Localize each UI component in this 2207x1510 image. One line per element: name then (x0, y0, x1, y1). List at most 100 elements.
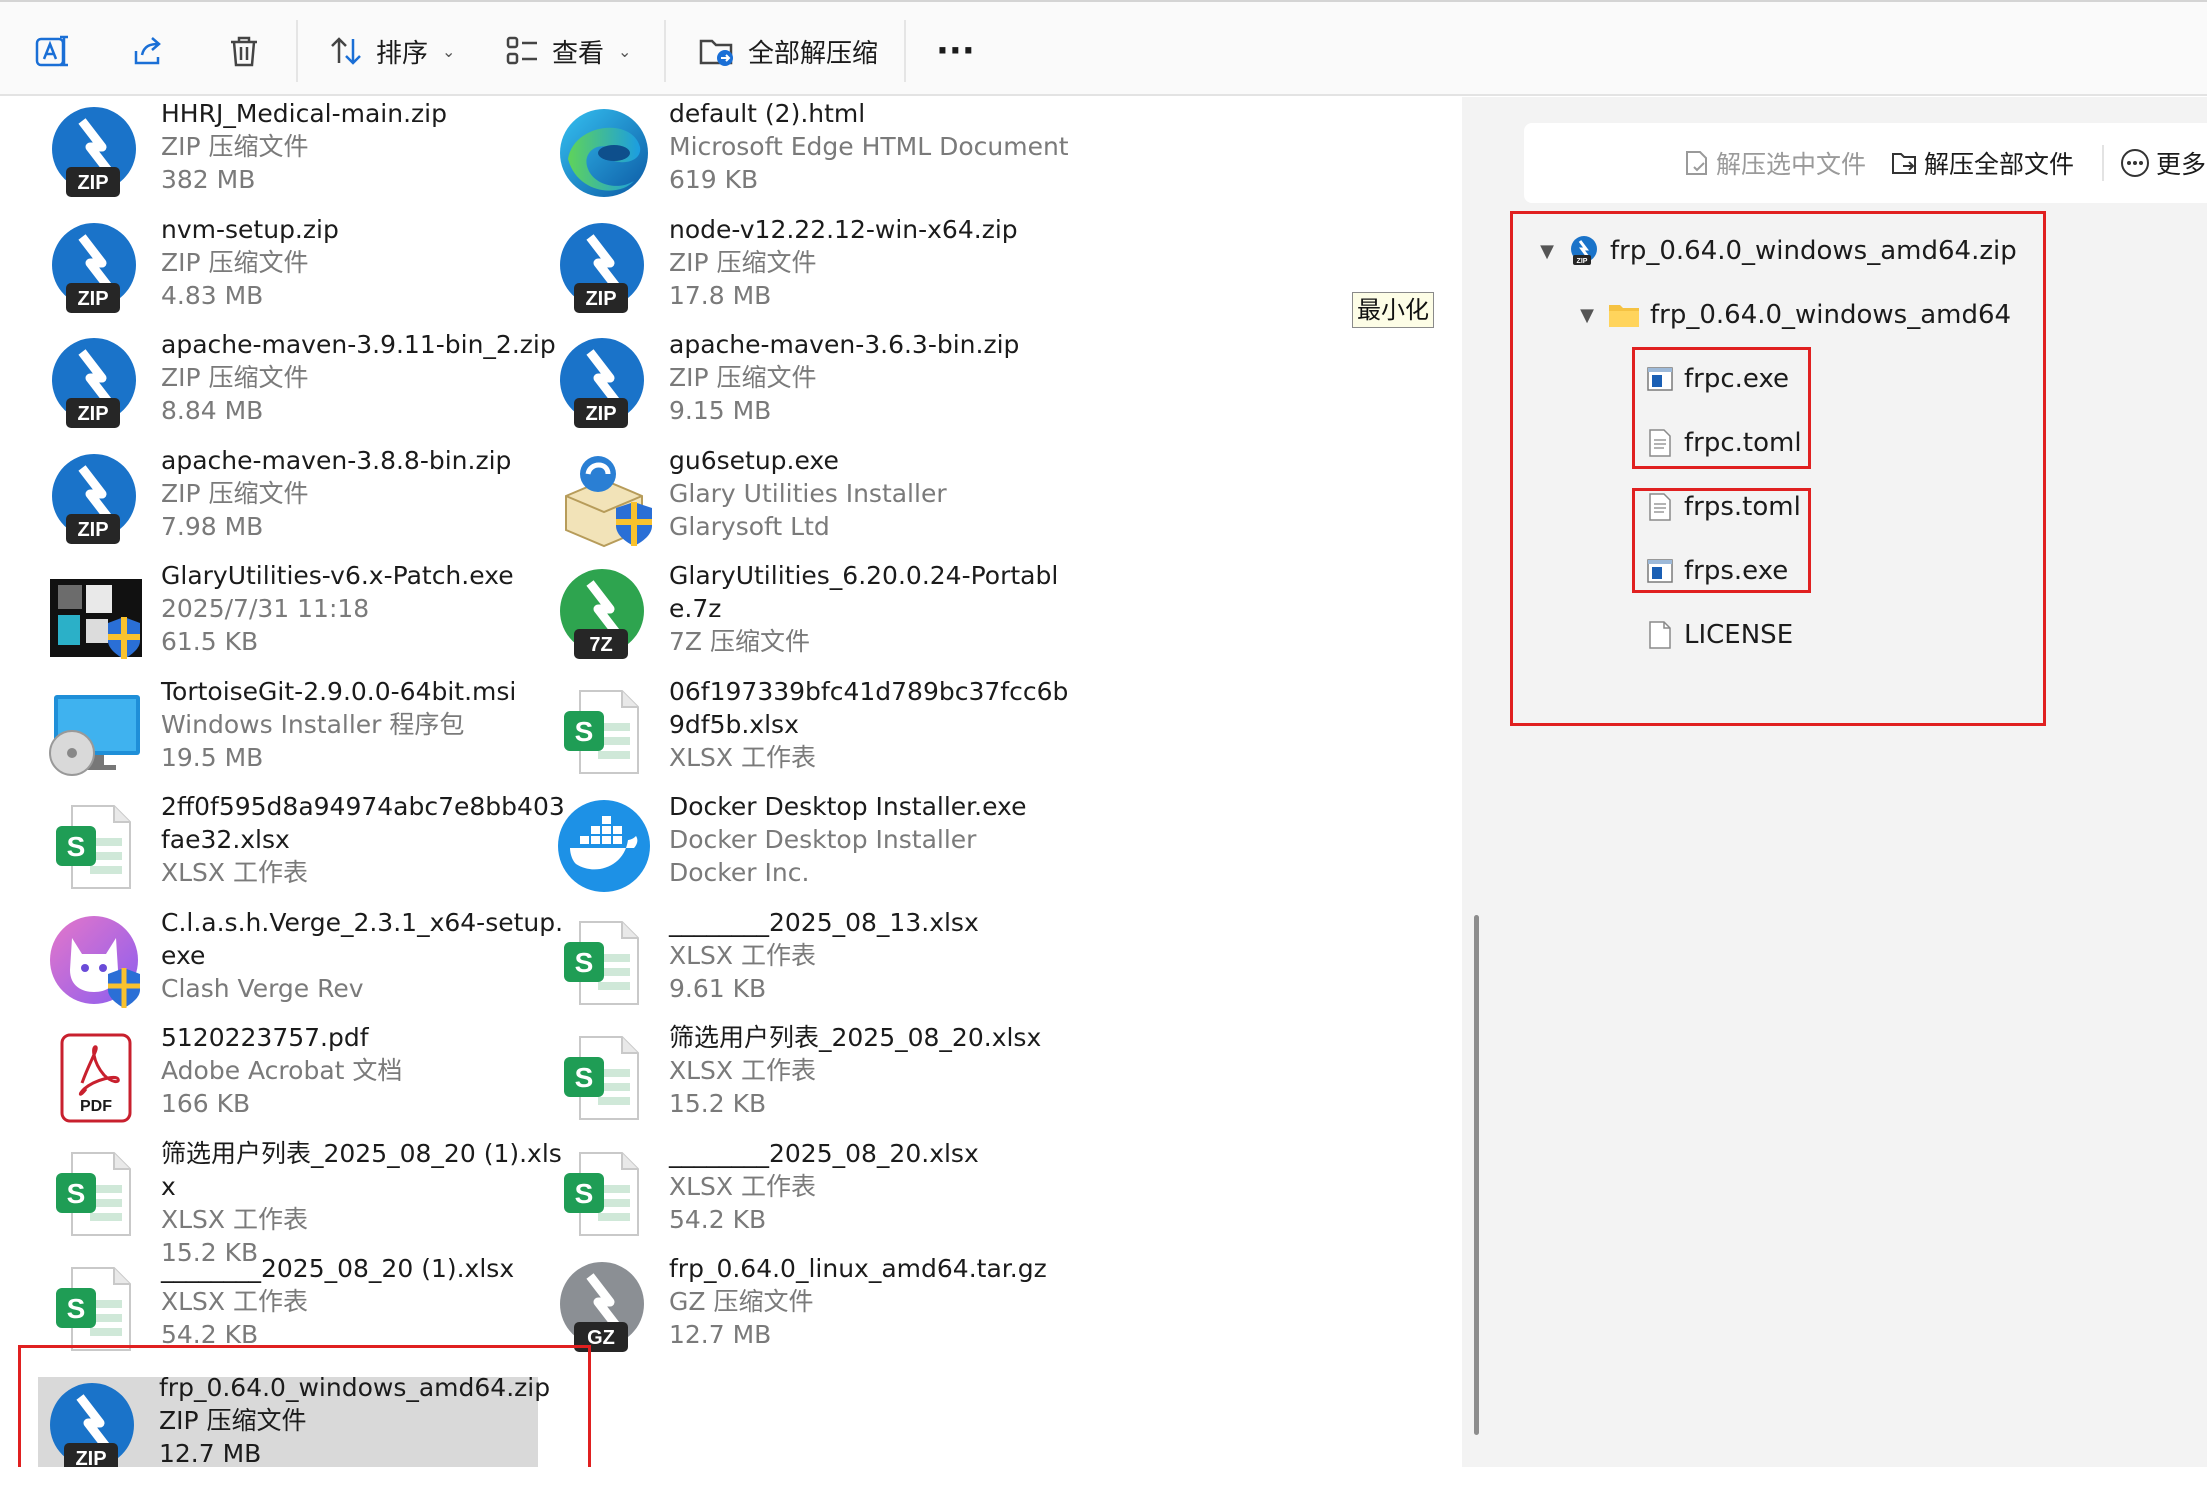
file-name: HHRJ_Medical-main.zip (161, 99, 447, 128)
file-item[interactable]: S ________2025_08_20 (1).xlsx XLSX 工作表 54.… (40, 1252, 560, 1364)
file-size: 12.7 MB (669, 1320, 772, 1349)
file-name: node-v12.22.12-win-x64.zip (669, 214, 1018, 244)
pane-divider[interactable] (1462, 97, 1498, 1467)
exe-file-icon (1646, 365, 1674, 393)
extract-selected-button[interactable]: 解压选中文件 (1684, 143, 1866, 183)
view-label: 查看 (552, 38, 605, 69)
more-dots-icon: ··· (936, 31, 975, 71)
tree-file-item[interactable]: LICENSE (1646, 613, 1793, 657)
file-size: Glarysoft Ltd (669, 511, 830, 541)
toolbar-divider (296, 20, 298, 82)
extract-all-files-button[interactable]: 解压全部文件 (1890, 143, 2074, 183)
file-item[interactable]: ZIP apache-maven-3.6.3-bin.zip ZIP 压缩文件 9.… (548, 328, 1068, 440)
file-type: ZIP 压缩文件 (161, 363, 309, 392)
file-item[interactable]: ZIP node-v12.22.12-win-x64.zip ZIP 压缩文件 17… (548, 213, 1068, 325)
file-type: Adobe Acrobat 文档 (161, 1056, 403, 1085)
tree-root-archive[interactable]: ▼ ZIP frp_0.64.0_windows_amd64.zip (1536, 229, 2017, 273)
view-button[interactable]: 查看 ⌄ (504, 20, 631, 82)
file-item[interactable]: GZ frp_0.64.0_linux_amd64.tar.gz GZ 压缩文件 1… (548, 1252, 1068, 1364)
share-icon (134, 37, 161, 65)
file-name: ________2025_08_20 (1).xlsx (161, 1254, 515, 1283)
file-item[interactable]: Docker Desktop Installer.exe Docker Deskt… (548, 790, 1068, 902)
tree-file-item[interactable]: frps.toml (1646, 485, 1801, 529)
file-size: 8.84 MB (161, 396, 264, 425)
file-name: apache-maven-3.6.3-bin.zip (669, 330, 1020, 359)
file-size: 12.7 MB (159, 1438, 262, 1468)
tree-file-label: frps.exe (1684, 556, 1789, 586)
file-item[interactable]: S 2ff0f595d8a94974abc7e8bb403fae32.xlsx X… (40, 790, 565, 902)
delete-button[interactable] (226, 20, 262, 82)
sort-label: 排序 (376, 38, 429, 69)
file-item[interactable]: S 06f197339bfc41d789bc37fcc6b9df5b.xlsx X… (548, 675, 1068, 787)
text-file-icon (1646, 492, 1674, 522)
extract-all-button[interactable]: 全部解压缩 (698, 20, 878, 82)
file-size: 54.2 KB (669, 1204, 767, 1234)
file-item[interactable]: 7Z GlaryUtilities_6.20.0.24-Portable.7z 7… (548, 559, 1068, 671)
file-type: Microsoft Edge HTML Document (669, 132, 1069, 161)
file-name: apache-maven-3.9.11-bin_2.zip (161, 330, 556, 359)
window: 排序 ⌄ 查看 ⌄ 全部解压缩 ··· ZIP HHRJ_Medical-mai… (0, 0, 2207, 1510)
file-grid: ZIP HHRJ_Medical-main.zip ZIP 压缩文件 382 MB … (0, 97, 1462, 1485)
file-type: Glary Utilities Installer (669, 478, 947, 508)
tree-expand-icon: ▼ (1580, 304, 1594, 326)
file-item[interactable]: TortoiseGit-2.9.0.0-64bit.msi Windows Ins… (40, 675, 560, 787)
more-options-button[interactable]: ··· (936, 20, 975, 82)
more-circle-icon (2121, 149, 2149, 177)
svg-text:ZIP: ZIP (77, 172, 108, 194)
toolbar-divider (904, 20, 906, 82)
file-item[interactable]: ZIP apache-maven-3.8.8-bin.zip ZIP 压缩文件 7.… (40, 444, 560, 556)
file-type: ZIP 压缩文件 (669, 247, 817, 277)
tree-folder[interactable]: ▼ frp_0.64.0_windows_amd64 (1576, 293, 2011, 337)
file-type: XLSX 工作表 (161, 858, 308, 887)
zip-archive-icon: ZIP (46, 103, 146, 203)
file-name: 2ff0f595d8a94974abc7e8bb403fae32.xlsx (161, 792, 565, 854)
sort-button[interactable]: 排序 ⌄ (328, 20, 455, 82)
file-item[interactable]: gu6setup.exe Glary Utilities Installer Gla… (548, 444, 1068, 556)
svg-text:S: S (67, 831, 86, 862)
file-item[interactable]: ZIP HHRJ_Medical-main.zip ZIP 压缩文件 382 MB (40, 97, 560, 209)
file-item[interactable]: ZIP nvm-setup.zip ZIP 压缩文件 4.83 MB (40, 213, 560, 325)
file-name: ________2025_08_13.xlsx (669, 907, 979, 937)
file-item[interactable]: GlaryUtilities-v6.x-Patch.exe 2025/7/31 1… (40, 559, 560, 671)
spreadsheet-icon: S (554, 912, 654, 1012)
file-item[interactable]: PDF 5120223757.pdf Adobe Acrobat 文档 166 KB (40, 1021, 560, 1133)
pane-more-button[interactable]: 更多 (2120, 143, 2206, 183)
clash-cat-icon (46, 912, 146, 1012)
share-button[interactable] (130, 20, 166, 82)
file-type: ZIP 压缩文件 (161, 132, 309, 161)
svg-text:ZIP: ZIP (77, 519, 108, 541)
file-item[interactable]: S 筛选用户列表_2025_08_20 (1).xlsx XLSX 工作表 15.2… (40, 1137, 562, 1267)
file-name: default (2).html (669, 99, 866, 128)
file-size: 7.98 MB (161, 511, 264, 541)
svg-text:S: S (575, 1062, 594, 1093)
file-item[interactable]: default (2).html Microsoft Edge HTML Docu… (548, 97, 1069, 209)
file-type: XLSX 工作表 (161, 1287, 308, 1316)
file-item[interactable]: ZIP apache-maven-3.9.11-bin_2.zip ZIP 压缩文… (40, 328, 560, 440)
chevron-down-icon: ⌄ (618, 41, 632, 61)
file-item[interactable]: S 筛选用户列表_2025_08_20.xlsx XLSX 工作表 15.2 KB (548, 1021, 1068, 1133)
svg-text:S: S (575, 716, 594, 747)
docker-icon (554, 796, 654, 896)
svg-text:S: S (575, 1178, 594, 1209)
file-name: nvm-setup.zip (161, 214, 339, 244)
tree-file-item[interactable]: frpc.toml (1646, 421, 1802, 465)
extract-folder-icon (699, 39, 733, 66)
rename-icon (35, 35, 68, 67)
file-item[interactable]: C.l.a.s.h.Verge_2.3.1_x64-setup.exe Clash… (40, 906, 563, 1018)
file-size: 166 KB (161, 1089, 251, 1118)
file-size: 619 KB (669, 165, 759, 194)
extract-selected-label: 解压选中文件 (1716, 150, 1867, 179)
file-item[interactable]: S ________2025_08_20.xlsx XLSX 工作表 54.2 KB (548, 1137, 1068, 1249)
file-name: frp_0.64.0_windows_amd64.zip (159, 1372, 551, 1402)
file-size: 9.15 MB (669, 396, 772, 425)
rename-button[interactable] (34, 20, 70, 82)
gz-archive-icon: GZ (554, 1258, 654, 1358)
tree-file-item[interactable]: frpc.exe (1646, 357, 1789, 401)
view-list-icon (506, 36, 537, 65)
file-name: 筛选用户列表_2025_08_20.xlsx (669, 1023, 1042, 1052)
spreadsheet-icon: S (46, 1258, 146, 1358)
file-item[interactable]: S ________2025_08_13.xlsx XLSX 工作表 9.61 KB (548, 906, 1068, 1018)
vertical-scrollbar[interactable] (1474, 915, 1479, 1435)
exe-file-icon (1646, 557, 1674, 585)
tree-file-item[interactable]: frps.exe (1646, 549, 1788, 593)
